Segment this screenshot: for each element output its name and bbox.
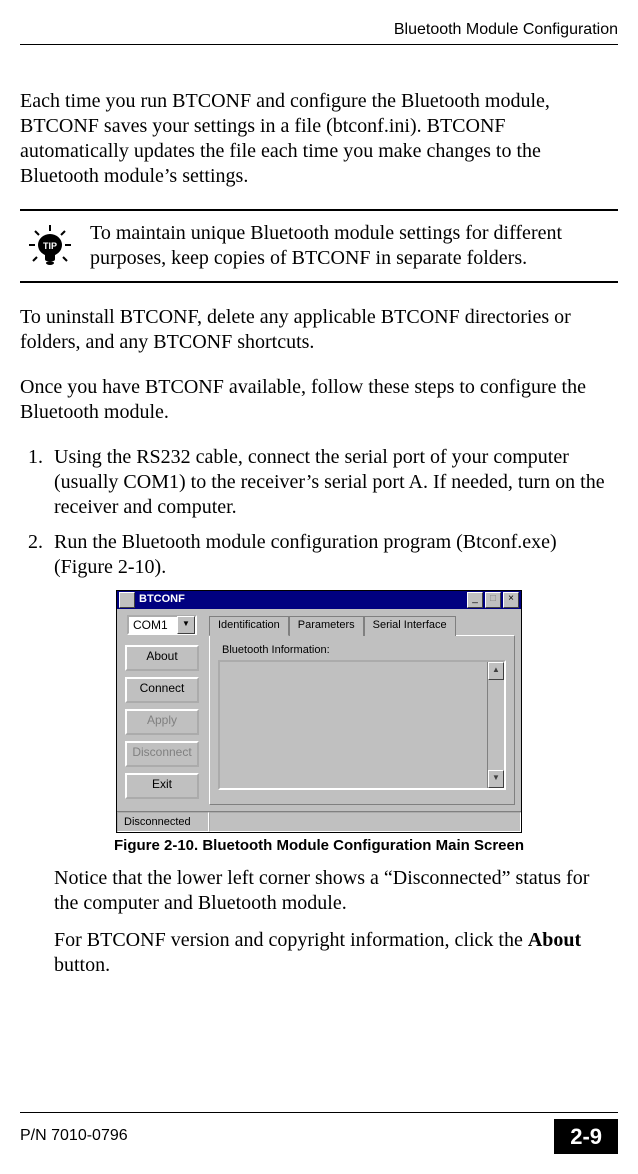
vertical-scrollbar[interactable]: ▲ ▼: [487, 662, 504, 788]
disconnect-button: Disconnect: [125, 741, 199, 767]
step-2: Run the Bluetooth module configuration p…: [48, 530, 618, 580]
groupbox-label: Bluetooth Information:: [222, 644, 506, 658]
tab-panel: Bluetooth Information: ▲ ▼: [209, 635, 515, 805]
status-text: Disconnected: [117, 812, 209, 832]
exit-button[interactable]: Exit: [125, 773, 199, 799]
tip-label: TIP: [43, 241, 57, 251]
tab-serial-interface[interactable]: Serial Interface: [364, 616, 456, 636]
page-number: 2-9: [554, 1119, 618, 1155]
connect-button[interactable]: Connect: [125, 677, 199, 703]
close-button[interactable]: ×: [503, 592, 519, 608]
apply-button: Apply: [125, 709, 199, 735]
about-button[interactable]: About: [125, 645, 199, 671]
com-port-value: COM1: [133, 618, 168, 633]
btconf-window: BTCONF _ □ × COM1 ▼ About Connect Apply …: [116, 590, 522, 833]
tip-text: To maintain unique Bluetooth module sett…: [80, 221, 618, 271]
scroll-down-icon[interactable]: ▼: [488, 770, 504, 788]
tip-icon: TIP: [20, 223, 80, 269]
status-empty: [209, 812, 521, 832]
statusbar: Disconnected: [117, 811, 521, 832]
scroll-up-icon[interactable]: ▲: [488, 662, 504, 680]
notice-paragraph: Notice that the lower left corner shows …: [48, 866, 618, 916]
system-menu-icon[interactable]: [119, 592, 135, 608]
about-hint-paragraph: For BTCONF version and copyright informa…: [48, 928, 618, 978]
tab-identification[interactable]: Identification: [209, 616, 289, 636]
figure-caption: Figure 2-10. Bluetooth Module Configurat…: [20, 837, 618, 856]
uninstall-paragraph: To uninstall BTCONF, delete any applicab…: [20, 305, 618, 355]
minimize-button[interactable]: _: [467, 592, 483, 608]
com-port-select[interactable]: COM1 ▼: [127, 615, 197, 635]
maximize-button: □: [485, 592, 501, 608]
intro-paragraph: Each time you run BTCONF and configure t…: [20, 89, 618, 189]
chevron-down-icon[interactable]: ▼: [177, 616, 195, 634]
titlebar: BTCONF _ □ ×: [117, 591, 521, 609]
bluetooth-info-box: ▲ ▼: [218, 660, 506, 790]
footer-rule: [20, 1112, 618, 1113]
tab-parameters[interactable]: Parameters: [289, 616, 364, 636]
header-rule: [20, 44, 618, 45]
window-title: BTCONF: [139, 593, 465, 607]
tip-block: TIP To maintain unique Bluetooth module …: [20, 209, 618, 283]
step-1: Using the RS232 cable, connect the seria…: [48, 445, 618, 520]
part-number: P/N 7010-0796: [20, 1126, 128, 1146]
configure-intro: Once you have BTCONF available, follow t…: [20, 375, 618, 425]
header-section: Bluetooth Module Configuration: [394, 21, 618, 38]
